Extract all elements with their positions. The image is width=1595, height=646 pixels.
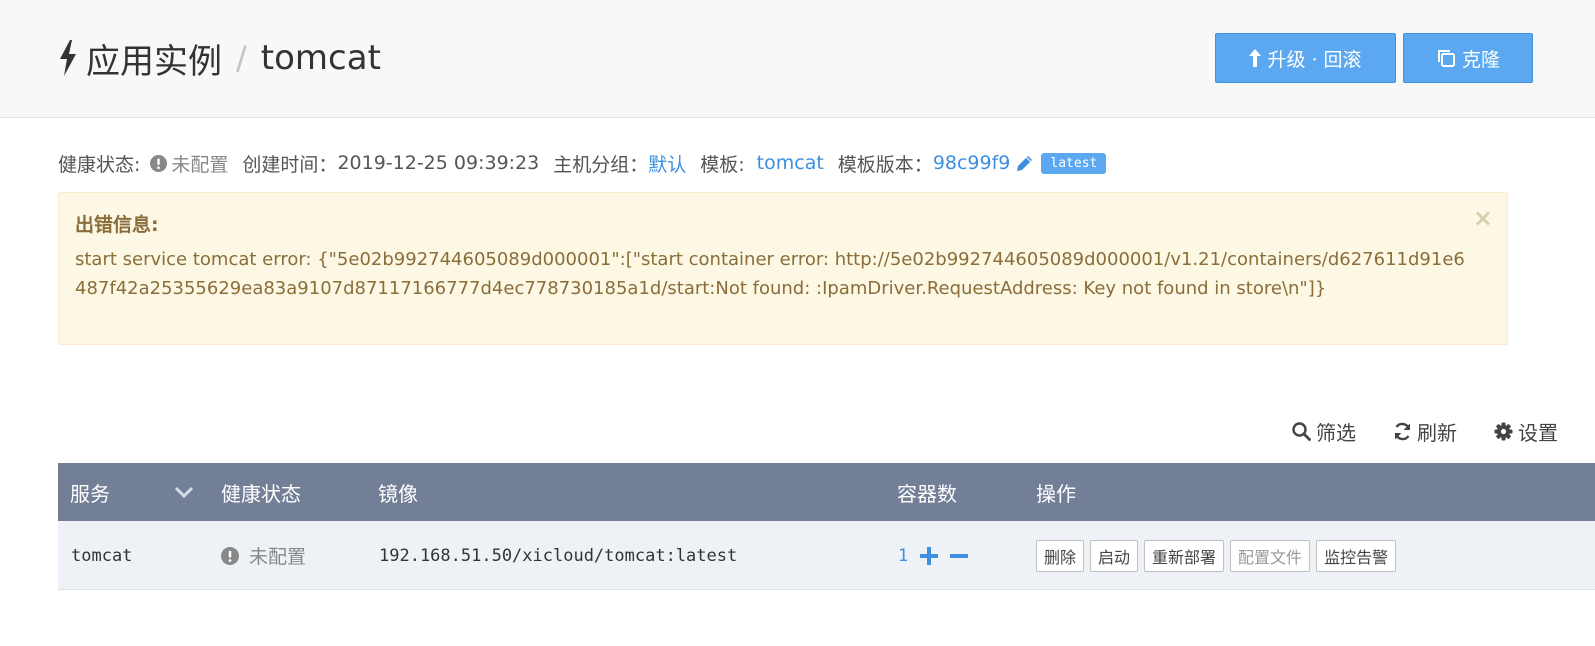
column-header-container-count: 容器数 bbox=[897, 481, 957, 506]
pencil-icon[interactable] bbox=[1016, 155, 1033, 172]
chevron-down-icon[interactable] bbox=[174, 463, 194, 521]
column-header-service[interactable]: 服务 bbox=[70, 463, 110, 521]
monitor-alert-button[interactable]: 监控告警 bbox=[1316, 539, 1397, 572]
clone-button[interactable]: 克隆 bbox=[1403, 33, 1533, 83]
column-header-health: 健康状态 bbox=[221, 481, 301, 506]
container-count: 1 bbox=[898, 545, 909, 566]
services-table-header: 服务 健康状态 镜像 容器数 操作 bbox=[58, 463, 1595, 521]
breadcrumb-section[interactable]: 应用实例 bbox=[86, 34, 222, 83]
search-icon bbox=[1292, 421, 1311, 441]
table-row: tomcat 未配置 192.168.51.50/xicloud/tomcat:… bbox=[58, 521, 1595, 590]
config-file-button[interactable]: 配置文件 bbox=[1230, 539, 1311, 572]
template-label: 模板: bbox=[700, 153, 745, 176]
error-alert-message: start service tomcat error: {"5e02b99274… bbox=[75, 249, 1465, 299]
page-header: 应用实例 / tomcat 升级 · 回滚 克隆 bbox=[0, 0, 1595, 118]
redeploy-button[interactable]: 重新部署 bbox=[1144, 539, 1225, 572]
row-health-status: 未配置 bbox=[221, 521, 306, 590]
clone-label: 克隆 bbox=[1461, 48, 1500, 71]
filter-button[interactable]: 筛选 bbox=[1292, 417, 1356, 445]
plus-icon[interactable] bbox=[920, 546, 939, 565]
settings-button[interactable]: 设置 bbox=[1494, 417, 1558, 445]
column-header-image: 镜像 bbox=[378, 481, 418, 506]
breadcrumb-separator: / bbox=[236, 39, 247, 77]
template-version-label: 模板版本： bbox=[837, 153, 933, 176]
host-group-link[interactable]: 默认 bbox=[648, 150, 686, 177]
health-status-value: 未配置 bbox=[171, 153, 229, 176]
template-link[interactable]: tomcat bbox=[757, 152, 824, 174]
container-count-cell: 1 bbox=[898, 521, 969, 590]
refresh-button[interactable]: 刷新 bbox=[1393, 417, 1457, 445]
start-button[interactable]: 启动 bbox=[1090, 539, 1139, 572]
delete-button[interactable]: 删除 bbox=[1036, 539, 1085, 572]
exclamation-circle-icon bbox=[150, 154, 168, 172]
error-alert: 出错信息: start service tomcat error: {"5e02… bbox=[58, 192, 1508, 345]
refresh-label: 刷新 bbox=[1417, 420, 1457, 445]
row-actions: 删除 启动 重新部署 配置文件 监控告警 bbox=[1036, 521, 1402, 590]
page-title: 应用实例 / tomcat bbox=[58, 34, 381, 83]
row-health-label: 未配置 bbox=[249, 546, 307, 568]
settings-label: 设置 bbox=[1518, 420, 1558, 445]
created-time-value: 2019-12-25 09:39:23 bbox=[337, 152, 540, 174]
column-header-actions: 操作 bbox=[1036, 481, 1076, 506]
filter-label: 筛选 bbox=[1316, 420, 1356, 445]
gear-icon bbox=[1494, 422, 1513, 441]
arrow-up-icon bbox=[1249, 49, 1262, 67]
close-icon[interactable]: × bbox=[1473, 204, 1493, 232]
bolt-icon bbox=[60, 40, 76, 76]
host-group-label: 主机分组： bbox=[553, 153, 649, 176]
upgrade-rollback-button[interactable]: 升级 · 回滚 bbox=[1215, 33, 1396, 83]
created-time-label: 创建时间： bbox=[242, 153, 338, 176]
template-version-link[interactable]: 98c99f9 bbox=[933, 152, 1011, 174]
breadcrumb-app-name: tomcat bbox=[260, 38, 381, 78]
instance-meta: 健康状态: 未配置 创建时间： 2019-12-25 09:39:23 主机分组… bbox=[58, 149, 1107, 177]
exclamation-circle-icon bbox=[221, 546, 239, 565]
health-status-label: 健康状态: bbox=[58, 153, 141, 176]
upgrade-rollback-label: 升级 · 回滚 bbox=[1267, 48, 1362, 71]
minus-icon[interactable] bbox=[950, 547, 969, 565]
error-alert-title: 出错信息: bbox=[75, 214, 159, 236]
copy-icon bbox=[1436, 48, 1456, 68]
service-name[interactable]: tomcat bbox=[71, 521, 132, 590]
refresh-icon bbox=[1393, 422, 1412, 441]
image-name: 192.168.51.50/xicloud/tomcat:latest bbox=[379, 545, 738, 566]
version-badge: latest bbox=[1041, 152, 1107, 174]
